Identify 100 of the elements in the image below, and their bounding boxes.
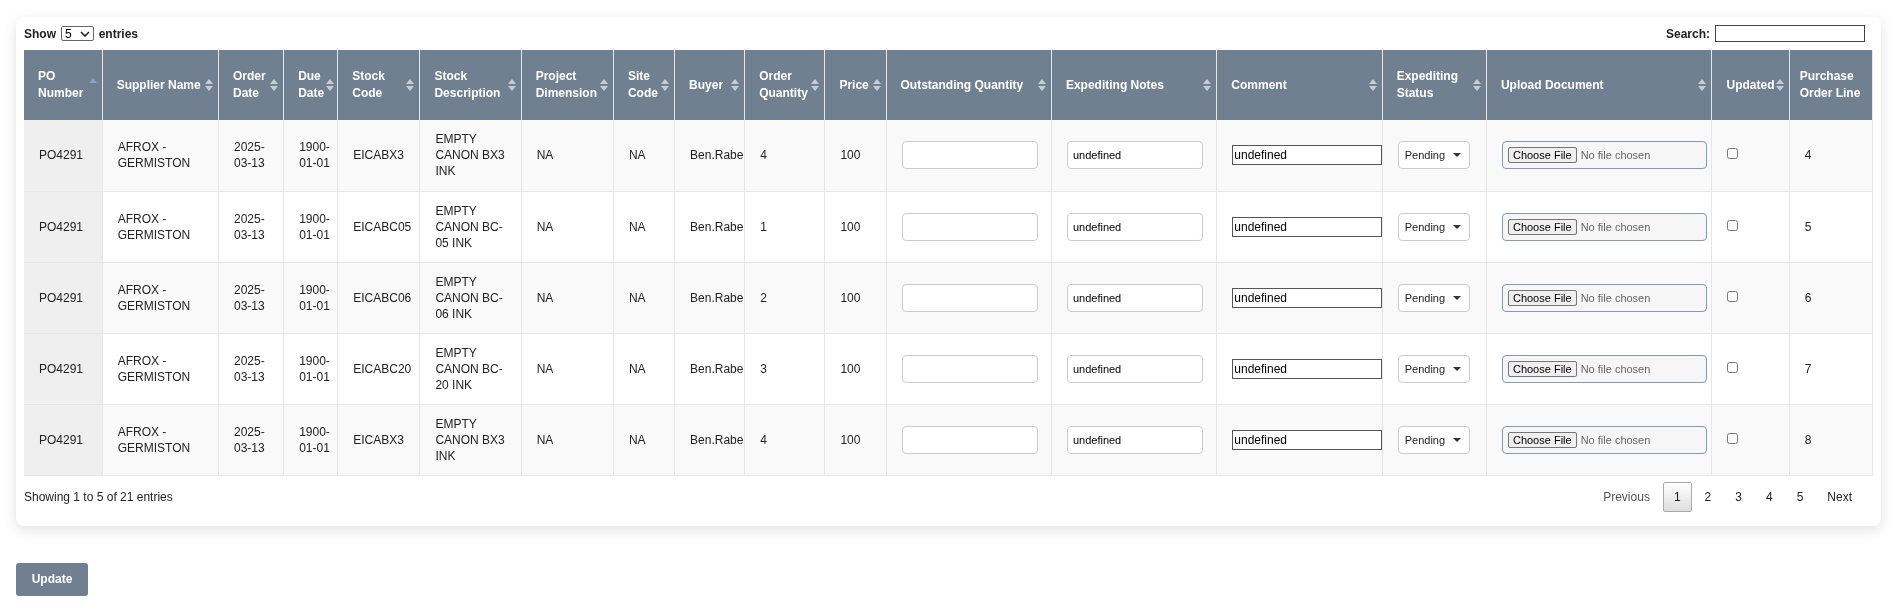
- show-label: Show: [24, 26, 56, 41]
- table-cell: 100: [824, 120, 886, 191]
- comment-field[interactable]: undefined: [1232, 145, 1383, 166]
- expediting-notes-field[interactable]: undefined: [1066, 283, 1203, 312]
- column-header[interactable]: Expediting Status: [1382, 50, 1487, 120]
- table-cell: NA: [521, 191, 614, 262]
- search-field[interactable]: [1715, 25, 1865, 42]
- column-header[interactable]: Updated: [1712, 50, 1790, 120]
- updated-checkbox[interactable]: [1727, 148, 1739, 160]
- table-cell: 3: [744, 333, 825, 404]
- table-cell: NA: [521, 262, 614, 333]
- choose-file-button[interactable]: Choose File: [1507, 431, 1577, 448]
- table-cell: 4: [744, 120, 825, 191]
- file-status: No file chosen: [1580, 290, 1651, 306]
- table-cell: NA: [521, 120, 614, 191]
- table-cell: Ben.Rabe: [674, 191, 745, 262]
- table-cell: AFROX - GERMISTON: [102, 262, 219, 333]
- updated-checkbox[interactable]: [1727, 290, 1739, 302]
- table-cell: 8: [1789, 404, 1873, 475]
- table-cell: PO4291: [24, 333, 103, 404]
- column-header[interactable]: Order Date: [218, 50, 284, 120]
- table-cell: AFROX - GERMISTON: [102, 404, 219, 475]
- expediting-notes-field[interactable]: undefined: [1066, 354, 1203, 383]
- column-header[interactable]: Price: [824, 50, 886, 120]
- status-dropdown[interactable]: Pending: [1397, 425, 1470, 454]
- table-cell: NA: [613, 120, 675, 191]
- choose-file-button[interactable]: Choose File: [1507, 289, 1577, 306]
- column-header[interactable]: Upload Document: [1486, 50, 1712, 120]
- outstanding-quantity-field[interactable]: [901, 354, 1038, 383]
- choose-file-button[interactable]: Choose File: [1507, 360, 1577, 377]
- table-cell: AFROX - GERMISTON: [102, 191, 219, 262]
- table-cell: Ben.Rabe: [674, 262, 745, 333]
- column-header[interactable]: Stock Description: [419, 50, 522, 120]
- status-dropdown[interactable]: Pending: [1397, 354, 1470, 383]
- file-upload-field[interactable]: Choose File No file chosen: [1501, 212, 1707, 241]
- choose-file-button[interactable]: Choose File: [1507, 147, 1577, 164]
- page-button[interactable]: 5: [1785, 481, 1815, 512]
- page-button[interactable]: 4: [1754, 481, 1784, 512]
- status-dropdown[interactable]: Pending: [1397, 283, 1470, 312]
- column-header[interactable]: PO Number: [24, 50, 103, 120]
- table-cell: 1900-01-01: [283, 191, 338, 262]
- column-header[interactable]: Expediting Notes: [1051, 50, 1217, 120]
- next-page-link[interactable]: Next: [1816, 481, 1863, 512]
- update-button[interactable]: Update: [16, 562, 88, 596]
- updated-checkbox[interactable]: [1727, 361, 1739, 373]
- status-dropdown[interactable]: Pending: [1397, 141, 1470, 170]
- table-cell: Ben.Rabe: [674, 404, 745, 475]
- table-cell: 1900-01-01: [283, 404, 338, 475]
- outstanding-quantity-field[interactable]: [901, 425, 1038, 454]
- table-cell: 2025-03-13: [218, 262, 284, 333]
- outstanding-quantity-field[interactable]: [901, 141, 1038, 170]
- column-header[interactable]: Supplier Name: [102, 50, 219, 120]
- search-label: Search:: [1665, 26, 1710, 41]
- updated-checkbox[interactable]: [1727, 432, 1739, 444]
- status-dropdown[interactable]: Pending: [1397, 212, 1470, 241]
- page-button[interactable]: 2: [1693, 481, 1723, 512]
- expediting-notes-field[interactable]: undefined: [1066, 141, 1203, 170]
- column-header[interactable]: Project Dimension: [521, 50, 614, 120]
- file-upload-field[interactable]: Choose File No file chosen: [1501, 283, 1707, 312]
- table-cell: NA: [521, 404, 614, 475]
- file-upload-field[interactable]: Choose File No file chosen: [1501, 141, 1707, 170]
- file-upload-field[interactable]: Choose File No file chosen: [1501, 425, 1707, 454]
- table-cell: NA: [613, 333, 675, 404]
- table-cell: 2025-03-13: [218, 120, 284, 191]
- page-button[interactable]: 3: [1724, 481, 1753, 512]
- column-header[interactable]: Due Date: [283, 50, 338, 120]
- file-upload-field[interactable]: Choose File No file chosen: [1501, 354, 1707, 383]
- table-cell: EMPTY CANON BC-20 INK: [419, 333, 522, 404]
- caret-icon: [1453, 224, 1462, 229]
- choose-file-button[interactable]: Choose File: [1507, 218, 1577, 235]
- page-button[interactable]: 1: [1662, 481, 1692, 512]
- table-cell: AFROX - GERMISTON: [102, 120, 219, 191]
- column-header[interactable]: Outstanding Quantity: [886, 50, 1052, 120]
- comment-field[interactable]: undefined: [1232, 358, 1383, 379]
- column-header[interactable]: Comment: [1216, 50, 1383, 120]
- caret-icon: [1453, 437, 1462, 442]
- expediting-notes-field[interactable]: undefined: [1066, 212, 1203, 241]
- table-cell: 2: [744, 262, 825, 333]
- entries-select[interactable]: 5: [61, 26, 94, 41]
- column-header[interactable]: Order Quantity: [744, 50, 825, 120]
- comment-field[interactable]: undefined: [1232, 216, 1383, 237]
- table-cell: 1: [744, 191, 825, 262]
- column-header[interactable]: Site Code: [613, 50, 675, 120]
- previous-page-link[interactable]: Previous: [1592, 481, 1661, 512]
- column-header[interactable]: Purchase Order Line: [1789, 50, 1873, 120]
- table-info: Showing 1 to 5 of 21 entries: [24, 489, 173, 504]
- table-cell: EICABC06: [337, 262, 420, 333]
- comment-field[interactable]: undefined: [1232, 287, 1383, 308]
- table-cell: 100: [824, 404, 886, 475]
- outstanding-quantity-field[interactable]: [901, 283, 1038, 312]
- table-cell: PO4291: [24, 404, 103, 475]
- outstanding-quantity-field[interactable]: [901, 212, 1038, 241]
- comment-field[interactable]: undefined: [1232, 429, 1383, 450]
- table-cell: 4: [744, 404, 825, 475]
- expediting-notes-field[interactable]: undefined: [1066, 425, 1203, 454]
- updated-checkbox[interactable]: [1727, 219, 1739, 231]
- table-cell: EICABX3: [337, 120, 420, 191]
- column-header[interactable]: Buyer: [674, 50, 745, 120]
- column-header[interactable]: Stock Code: [337, 50, 420, 120]
- file-status: No file chosen: [1580, 432, 1651, 448]
